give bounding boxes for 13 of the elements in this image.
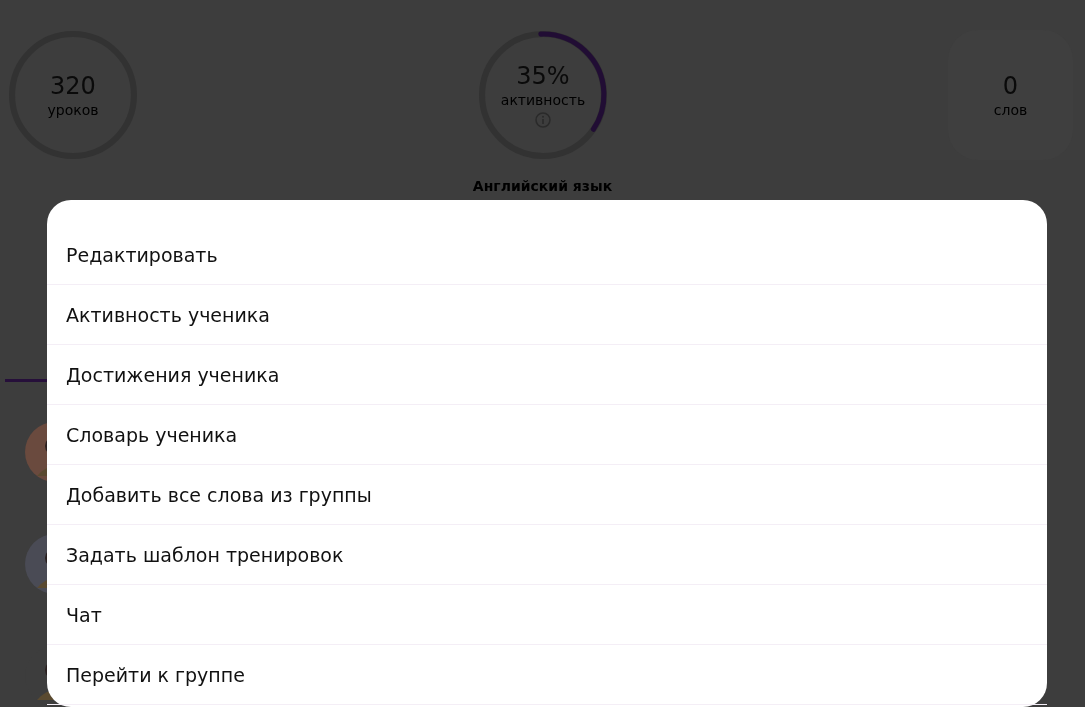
tab-indicator bbox=[5, 379, 47, 382]
menu-item[interactable]: Достижения ученика bbox=[47, 345, 1047, 405]
menu-item[interactable]: Словарь ученика bbox=[47, 405, 1047, 465]
menu-item[interactable]: Активность ученика bbox=[47, 285, 1047, 345]
course-label: Английский язык bbox=[471, 178, 614, 194]
menu-item[interactable]: Редактировать bbox=[47, 225, 1047, 285]
menu-item[interactable]: Добавить все слова из группы bbox=[47, 465, 1047, 525]
menu-item[interactable]: Задать шаблон тренировок bbox=[47, 525, 1047, 585]
menu-item[interactable]: Перейти к группе bbox=[47, 645, 1047, 705]
stat-label: активность bbox=[500, 92, 586, 108]
stat-label: уроков bbox=[47, 102, 99, 118]
menu-item[interactable]: Чат bbox=[47, 585, 1047, 645]
stat-label: слов bbox=[993, 102, 1028, 118]
